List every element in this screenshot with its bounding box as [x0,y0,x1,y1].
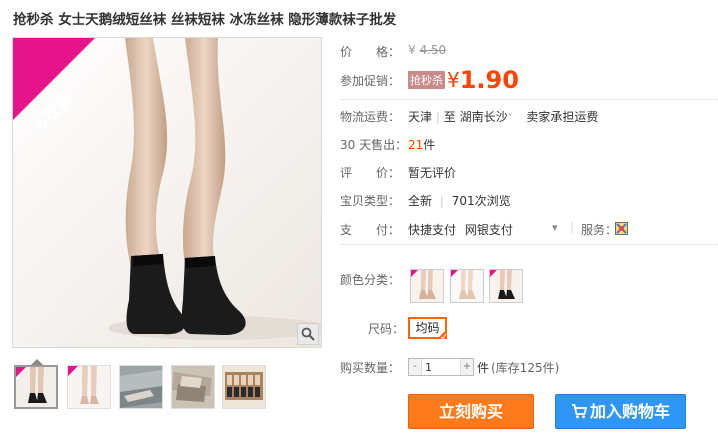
item-type-label: 宝贝类型： [340,194,401,208]
quantity-plus-button[interactable]: + [460,359,473,375]
ship-separator: | [435,110,440,124]
zoom-button[interactable] [297,323,319,345]
divider [340,244,718,245]
color-option-nude[interactable] [410,269,444,303]
magnifier-icon [301,327,315,341]
shipping-label: 物流运费： [340,110,401,124]
cart-icon [571,404,587,419]
payment-label: 支 付： [340,223,401,237]
promo-price: 1.90 [459,66,519,94]
chevron-down-icon[interactable]: ˅ [508,113,513,124]
payment-dropdown-arrow[interactable]: ▾ [552,221,558,234]
review-value: 暂无评价 [408,166,457,180]
color-label: 颜色分类： [340,273,401,287]
thumbnail-5[interactable] [222,365,266,409]
size-label: 尺码： [368,322,405,336]
thumbnail-1[interactable] [14,365,58,409]
original-price: ¥ 4.50 [408,43,446,57]
ship-from: 天津 [408,110,433,124]
thumbnail-2[interactable] [67,365,111,409]
quantity-input[interactable] [422,359,463,375]
legs-photo [13,38,321,347]
size-value: 均码 [415,321,440,335]
check-icon [437,329,447,339]
price-currency: ¥ [408,43,416,57]
payment-method-bank: 网银支付 [464,223,513,237]
stock-count: (库存125件) [491,361,560,375]
color-option-skin[interactable] [450,269,484,303]
divider [340,99,718,100]
add-to-cart-button[interactable]: 加入购物车 [555,394,686,429]
add-to-cart-label: 加入购物车 [589,402,670,421]
promo-currency: ¥ [447,68,460,92]
buy-now-button[interactable]: 立刻购买 [408,394,534,429]
item-type-value: 全新 | 701次浏览 [408,192,511,209]
shipping-value: 天津 | 至 湖南长沙˅ 卖家承担运费 [408,108,598,125]
payment-value: 快捷支付 网银支付 [408,221,513,238]
payment-divider: | [570,220,575,234]
item-separator: | [439,194,444,208]
service-icon[interactable] [615,222,628,238]
shipping-note: 卖家承担运费 [526,110,599,124]
size-option-selected[interactable]: 均码 [408,317,447,339]
thumbnail-4[interactable] [171,365,215,409]
color-option-black[interactable] [489,269,523,303]
item-condition: 全新 [408,194,433,208]
item-views: 701次浏览 [451,194,511,208]
quantity-unit: 件 [477,361,490,375]
product-title: 抢秒杀 女士天鹅绒短丝袜 丝袜短袜 冰冻丝袜 隐形薄款袜子批发 [13,12,397,28]
payment-method-quick: 快捷支付 [408,223,457,237]
thumbnail-3[interactable] [119,365,163,409]
ship-to-selector[interactable]: 湖南长沙˅ [460,110,513,124]
quantity-label: 购买数量： [340,361,401,375]
review-label: 评 价： [340,166,401,180]
service-label: 服务： [581,223,618,237]
ship-to-prefix: 至 [443,110,456,124]
promo-tag: 抢秒杀 [408,71,445,89]
sales-count: 21 [408,138,424,152]
sales-unit: 件 [423,138,436,152]
promo-value: 抢秒杀 ¥1.90 [408,66,519,94]
quantity-minus-button[interactable]: - [409,359,422,375]
main-product-image[interactable]: 6双装 [12,37,322,348]
promo-label: 参加促销： [340,74,401,88]
quantity-stepper[interactable]: - + [408,358,474,376]
price-value: 4.50 [419,43,447,57]
sales-label: 30 天售出： [340,138,408,152]
price-label: 价 格： [340,45,401,59]
sales-value: 21件 [408,136,435,153]
ship-to[interactable]: 湖南长沙 [460,110,508,124]
